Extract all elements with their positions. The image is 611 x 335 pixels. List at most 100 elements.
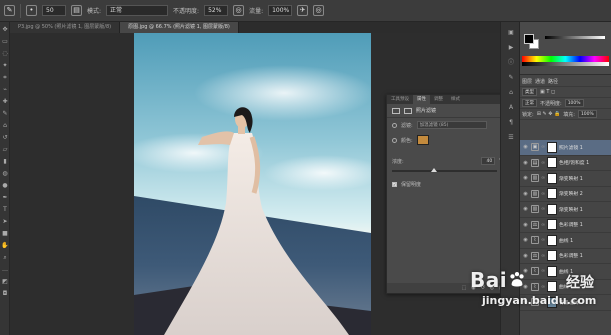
mode-select[interactable]: 正常 <box>106 5 169 16</box>
density-input[interactable]: 40 <box>481 157 496 165</box>
move-tool-icon[interactable]: ✥ <box>1 26 9 34</box>
mask-link-icon[interactable]: ∞ <box>541 206 545 212</box>
tab-p3[interactable]: P3.jpg @ 50% (照片滤镜 1, 图层蒙版/8) <box>10 22 121 33</box>
mask-link-icon[interactable]: ∞ <box>541 191 545 197</box>
filter-select[interactable]: 加温滤镜 (85) <box>416 121 487 129</box>
preserve-luminosity-checkbox[interactable]: ✓ <box>392 182 397 187</box>
edit-toolbar-icon[interactable]: … <box>1 266 9 274</box>
visibility-eye-icon[interactable]: ◉ <box>522 237 529 243</box>
actions-icon[interactable]: ▶ <box>506 44 516 52</box>
brush-icon[interactable]: ✎ <box>506 74 516 82</box>
layer-mask-thumbnail[interactable] <box>547 188 557 200</box>
mask-link-icon[interactable]: ∞ <box>541 253 545 259</box>
history-icon[interactable]: ▣ <box>506 29 516 37</box>
healing-tool-icon[interactable]: ✚ <box>1 98 9 106</box>
layer-row[interactable]: ◉ ⚖ ∞ 色彩调整 1 <box>520 249 611 264</box>
quick-mask-icon[interactable]: ◘ <box>1 290 9 298</box>
brush-tool-icon[interactable]: ✎ <box>1 110 9 118</box>
tab-channels[interactable]: 通道 <box>535 78 545 85</box>
clip-to-layer-icon[interactable]: ⬚ <box>462 285 467 291</box>
mask-link-icon[interactable]: ∞ <box>541 144 545 150</box>
layer-kind-select[interactable]: 类型 <box>522 88 537 96</box>
filter-color-swatch[interactable] <box>416 135 429 145</box>
canvas-area[interactable]: 工具预设 属性 调整 样式 照片滤镜 滤镜: 加温滤镜 (85) 颜色: 浓度:… <box>10 33 510 335</box>
hand-tool-icon[interactable]: ✋ <box>1 242 9 250</box>
dodge-tool-icon[interactable]: ● <box>1 182 9 190</box>
marquee-tool-icon[interactable]: ▭ <box>1 38 9 46</box>
layer-mask-thumbnail[interactable] <box>547 250 557 262</box>
opacity-input[interactable]: 52% <box>204 5 229 16</box>
pen-tool-icon[interactable]: ✒ <box>1 194 9 202</box>
airbrush-icon[interactable]: ✈ <box>297 5 309 16</box>
layer-name[interactable]: 色彩调整 1 <box>559 221 583 228</box>
color-spectrum[interactable] <box>522 56 609 66</box>
layer-mask-thumbnail[interactable] <box>547 172 557 184</box>
layer-name[interactable]: 照片滤镜 1 <box>559 144 583 151</box>
layer-mask-thumbnail[interactable] <box>547 141 557 153</box>
lock-icons[interactable]: ⊞ ✎ ✥ 🔒 <box>537 111 561 117</box>
layer-row[interactable]: ◉ ▤ ∞ 色相/饱和度 1 <box>520 156 611 171</box>
layer-mask-thumbnail[interactable] <box>547 157 557 169</box>
lasso-tool-icon[interactable]: ◌ <box>1 50 9 58</box>
layer-name[interactable]: 色彩调整 1 <box>559 252 583 259</box>
tab-styles[interactable]: 样式 <box>447 95 464 104</box>
tab-paths[interactable]: 路径 <box>548 78 558 85</box>
layer-name[interactable]: 渐变映射 1 <box>559 206 583 213</box>
layer-row[interactable]: ◉ ⚖ ∞ 色彩调整 1 <box>520 218 611 233</box>
blend-mode-select[interactable]: 正常 <box>522 99 537 107</box>
tab-tool-presets[interactable]: 工具预设 <box>387 95 413 104</box>
layer-row[interactable]: ◉ ▥ ∞ 渐变映射 1 <box>520 202 611 218</box>
visibility-eye-icon[interactable]: ◉ <box>522 191 529 197</box>
document-photo[interactable] <box>134 33 371 335</box>
eraser-tool-icon[interactable]: ▱ <box>1 146 9 154</box>
crop-tool-icon[interactable]: ⌗ <box>1 74 9 82</box>
layer-name[interactable]: 渐变映射 1 <box>559 175 583 182</box>
pressure-size-icon[interactable]: ◎ <box>313 5 325 16</box>
foreground-background-icon[interactable]: ◩ <box>1 278 9 286</box>
shape-tool-icon[interactable]: ■ <box>1 230 9 238</box>
layer-row[interactable]: ◉ ▥ ∞ 渐变映射 2 <box>520 187 611 202</box>
layer-name[interactable]: 曲线 1 <box>559 237 573 244</box>
mask-icon[interactable] <box>404 107 412 114</box>
history-brush-tool-icon[interactable]: ↺ <box>1 134 9 142</box>
character-icon[interactable]: A <box>506 104 516 112</box>
tab-adjustments[interactable]: 调整 <box>430 95 447 104</box>
path-select-tool-icon[interactable]: ➤ <box>1 218 9 226</box>
paragraph-icon[interactable]: ¶ <box>506 119 516 127</box>
layer-row[interactable]: ◉ ▥ ∞ 渐变映射 1 <box>520 171 611 187</box>
visibility-eye-icon[interactable]: ◉ <box>522 222 529 228</box>
tab-original[interactable]: 原图.jpg @ 66.7% (照片滤镜 1, 图层蒙版/8) <box>120 22 239 33</box>
brush-tool-icon[interactable]: ✎ <box>4 5 15 16</box>
visibility-eye-icon[interactable]: ◉ <box>522 144 529 150</box>
visibility-eye-icon[interactable]: ◉ <box>522 253 529 259</box>
fill-input[interactable]: 100% <box>577 110 597 118</box>
quick-select-tool-icon[interactable]: ✦ <box>1 62 9 70</box>
layer-mask-thumbnail[interactable] <box>547 234 557 246</box>
blur-tool-icon[interactable]: ◍ <box>1 170 9 178</box>
mask-link-icon[interactable]: ∞ <box>541 237 545 243</box>
foreground-color[interactable] <box>524 34 534 44</box>
info-icon[interactable]: ⓘ <box>506 59 516 67</box>
flow-input[interactable]: 100% <box>268 5 293 16</box>
layer-mask-thumbnail[interactable] <box>547 219 557 231</box>
color-radio[interactable] <box>392 137 397 143</box>
zoom-tool-icon[interactable]: ⌕ <box>1 254 9 262</box>
brush-size-value[interactable]: 50 <box>42 5 66 16</box>
properties-icon[interactable]: ☰ <box>506 134 516 142</box>
layer-name[interactable]: 渐变映射 2 <box>559 190 583 197</box>
gradient-tool-icon[interactable]: ▮ <box>1 158 9 166</box>
layer-row[interactable]: ◉ ⌇ ∞ 曲线 1 <box>520 233 611 249</box>
brush-preset-picker-icon[interactable]: • <box>26 5 37 16</box>
color-slider[interactable] <box>545 36 605 39</box>
mask-link-icon[interactable]: ∞ <box>541 160 545 166</box>
layer-mask-thumbnail[interactable] <box>547 203 557 215</box>
density-slider-knob[interactable] <box>431 168 437 172</box>
filter-radio[interactable] <box>392 122 397 128</box>
clone-source-icon[interactable]: ⌂ <box>506 89 516 97</box>
mask-link-icon[interactable]: ∞ <box>541 222 545 228</box>
tab-layers[interactable]: 图层 <box>522 78 532 85</box>
clone-stamp-tool-icon[interactable]: ⌂ <box>1 122 9 130</box>
type-tool-icon[interactable]: T <box>1 206 9 214</box>
visibility-eye-icon[interactable]: ◉ <box>522 175 529 181</box>
eyedropper-tool-icon[interactable]: ⌁ <box>1 86 9 94</box>
